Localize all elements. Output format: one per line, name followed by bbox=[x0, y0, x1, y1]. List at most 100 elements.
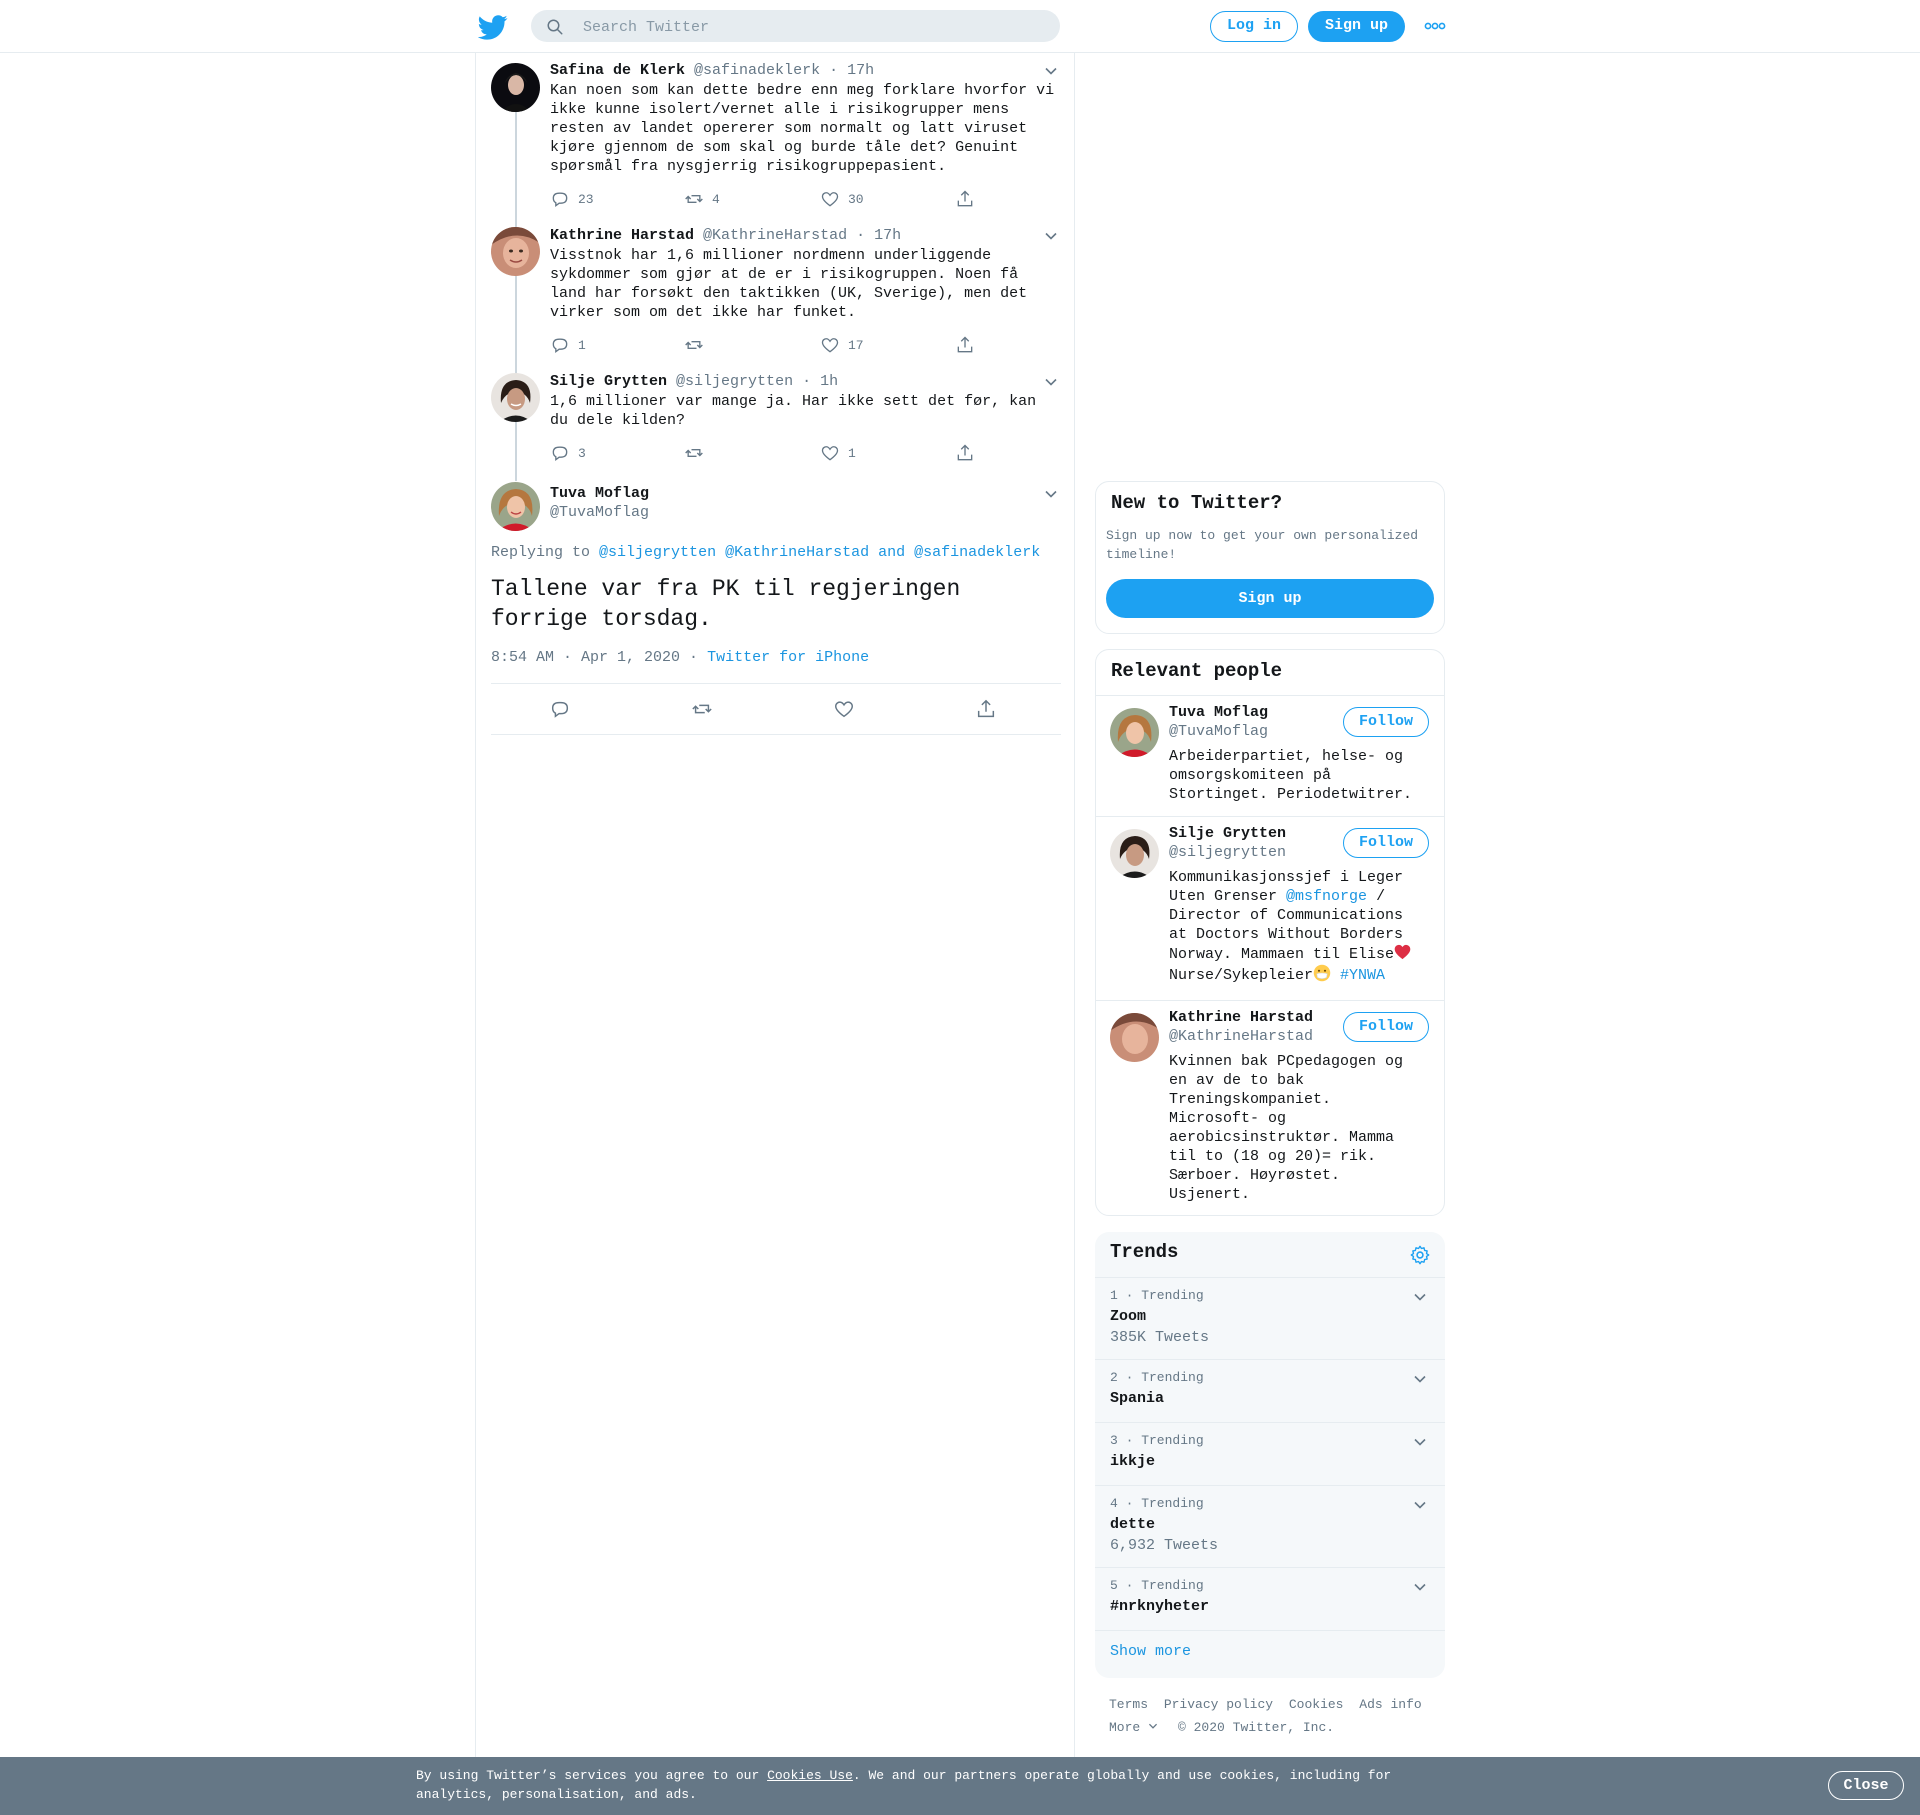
retweet-icon[interactable] bbox=[691, 698, 713, 720]
mention-link[interactable]: @KathrineHarstad bbox=[725, 544, 869, 561]
tweet-header: Kathrine Harstad @KathrineHarstad · 17h bbox=[550, 227, 901, 245]
search-box[interactable] bbox=[531, 10, 1060, 42]
signup-button[interactable]: Sign up bbox=[1106, 579, 1434, 618]
avatar[interactable] bbox=[491, 373, 540, 422]
trend-item[interactable]: 4 · Trending dette 6,932 Tweets bbox=[1095, 1485, 1445, 1567]
person-name[interactable]: Kathrine Harstad bbox=[1169, 1009, 1313, 1026]
author-name[interactable]: Kathrine Harstad bbox=[550, 227, 694, 244]
person-name[interactable]: Silje Grytten bbox=[1169, 825, 1286, 842]
trend-item[interactable]: 1 · Trending Zoom 385K Tweets bbox=[1095, 1277, 1445, 1359]
reply-button[interactable]: 3 bbox=[550, 442, 586, 464]
footer-privacy-link[interactable]: Privacy policy bbox=[1164, 1697, 1273, 1712]
heart-icon[interactable] bbox=[833, 698, 855, 720]
chevron-down-icon[interactable] bbox=[1044, 229, 1058, 243]
author-name[interactable]: Silje Grytten bbox=[550, 373, 667, 390]
replying-label: Replying to bbox=[491, 544, 591, 561]
share-button[interactable] bbox=[955, 188, 975, 210]
reply-button[interactable]: 23 bbox=[550, 188, 594, 210]
retweet-icon bbox=[685, 341, 703, 349]
tweet-time[interactable]: · 1h bbox=[802, 373, 838, 390]
chevron-down-icon[interactable] bbox=[1413, 1580, 1427, 1594]
tweet-timestamp[interactable]: 8:54 AM · Apr 1, 2020 · bbox=[491, 649, 698, 666]
trend-name[interactable]: dette bbox=[1110, 1516, 1155, 1533]
person-item[interactable]: Silje Grytten @siljegrytten Follow Kommu… bbox=[1096, 816, 1444, 1000]
top-navigation-bar: Log in Sign up bbox=[0, 0, 1920, 53]
search-input[interactable] bbox=[581, 15, 1045, 39]
author-handle[interactable]: @safinadeklerk bbox=[694, 62, 820, 79]
tweet-source-link[interactable]: Twitter for iPhone bbox=[707, 649, 869, 666]
close-cookie-button[interactable]: Close bbox=[1828, 1771, 1904, 1800]
follow-button[interactable]: Follow bbox=[1343, 707, 1429, 737]
author-handle[interactable]: @KathrineHarstad bbox=[703, 227, 847, 244]
trend-name[interactable]: Spania bbox=[1110, 1390, 1164, 1407]
mention-link[interactable]: @siljegrytten bbox=[599, 544, 716, 561]
follow-button[interactable]: Follow bbox=[1343, 828, 1429, 858]
trend-item[interactable]: 2 · Trending Spania bbox=[1095, 1359, 1445, 1422]
reply-icon[interactable] bbox=[549, 698, 571, 720]
avatar[interactable] bbox=[1110, 1013, 1159, 1062]
person-name[interactable]: Tuva Moflag bbox=[1169, 704, 1268, 721]
author-handle[interactable]: @siljegrytten bbox=[676, 373, 793, 390]
mention-link[interactable]: @msfnorge bbox=[1286, 888, 1367, 905]
author-name[interactable]: Tuva Moflag bbox=[550, 485, 649, 502]
twitter-bird-icon[interactable] bbox=[478, 12, 508, 42]
show-more-link[interactable]: Show more bbox=[1110, 1643, 1191, 1660]
like-button[interactable]: 17 bbox=[820, 334, 864, 356]
chevron-down-icon[interactable] bbox=[1413, 1290, 1427, 1304]
avatar[interactable] bbox=[491, 227, 540, 276]
replying-to: Replying to @siljegrytten @KathrineHarst… bbox=[491, 544, 1040, 561]
avatar[interactable] bbox=[1110, 829, 1159, 878]
share-button[interactable] bbox=[955, 442, 975, 464]
tweet-time[interactable]: · 17h bbox=[856, 227, 901, 244]
trend-item[interactable]: 5 · Trending #nrknyheter bbox=[1095, 1567, 1445, 1630]
chevron-down-icon[interactable] bbox=[1044, 375, 1058, 389]
footer-ads-link[interactable]: Ads info bbox=[1359, 1697, 1421, 1712]
chevron-down-icon[interactable] bbox=[1413, 1372, 1427, 1386]
retweet-button[interactable]: 4 bbox=[684, 188, 720, 210]
person-item[interactable]: Tuva Moflag @TuvaMoflag Follow Arbeiderp… bbox=[1096, 695, 1444, 816]
person-handle[interactable]: @KathrineHarstad bbox=[1169, 1028, 1313, 1045]
trend-meta: 4 · Trending bbox=[1110, 1496, 1204, 1511]
reply-button[interactable]: 1 bbox=[550, 334, 586, 356]
chevron-down-icon[interactable] bbox=[1413, 1435, 1427, 1449]
login-button[interactable]: Log in bbox=[1210, 11, 1298, 42]
mention-link[interactable]: @safinadeklerk bbox=[914, 544, 1040, 561]
author-name[interactable]: Safina de Klerk bbox=[550, 62, 685, 79]
trend-name[interactable]: #nrknyheter bbox=[1110, 1598, 1209, 1615]
person-handle[interactable]: @siljegrytten bbox=[1169, 844, 1286, 861]
like-button[interactable]: 1 bbox=[820, 442, 856, 464]
hashtag-link[interactable]: #YNWA bbox=[1340, 967, 1385, 984]
person-handle[interactable]: @TuvaMoflag bbox=[1169, 723, 1268, 740]
footer-cookies-link[interactable]: Cookies bbox=[1289, 1697, 1344, 1712]
person-item[interactable]: Kathrine Harstad @KathrineHarstad Follow… bbox=[1096, 1000, 1444, 1215]
tweet-time[interactable]: · 17h bbox=[829, 62, 874, 79]
avatar[interactable] bbox=[1110, 708, 1159, 757]
footer-links-row-2: More © 2020 Twitter, Inc. bbox=[1109, 1720, 1342, 1735]
footer-terms-link[interactable]: Terms bbox=[1109, 1697, 1148, 1712]
avatar[interactable] bbox=[491, 482, 540, 531]
trend-name[interactable]: Zoom bbox=[1110, 1308, 1146, 1325]
trend-name[interactable]: ikkje bbox=[1110, 1453, 1155, 1470]
retweet-button[interactable] bbox=[684, 442, 712, 464]
share-button[interactable] bbox=[955, 334, 975, 356]
follow-button[interactable]: Follow bbox=[1343, 1012, 1429, 1042]
retweet-button[interactable] bbox=[684, 334, 712, 356]
chevron-down-icon[interactable] bbox=[1044, 64, 1058, 78]
trend-item[interactable]: 3 · Trending ikkje bbox=[1095, 1422, 1445, 1485]
avatar[interactable] bbox=[491, 63, 540, 112]
replying-and[interactable]: and bbox=[878, 544, 905, 561]
like-button[interactable]: 30 bbox=[820, 188, 864, 210]
chevron-down-icon[interactable] bbox=[1413, 1498, 1427, 1512]
relevant-people-card: Relevant people Tuva Moflag @TuvaMoflag … bbox=[1095, 649, 1445, 1216]
tweet-actions: 3 1 bbox=[550, 442, 990, 464]
show-more-row[interactable]: Show more bbox=[1095, 1630, 1445, 1678]
footer-more-link[interactable]: More bbox=[1109, 1720, 1158, 1735]
more-dots-icon[interactable] bbox=[1424, 22, 1446, 30]
share-icon[interactable] bbox=[975, 698, 997, 720]
author-handle[interactable]: @TuvaMoflag bbox=[550, 504, 649, 521]
settings-gear-icon[interactable] bbox=[1409, 1244, 1431, 1266]
chevron-down-icon[interactable] bbox=[1044, 487, 1058, 501]
cookies-use-link[interactable]: Cookies Use bbox=[767, 1768, 853, 1783]
reply-count: 1 bbox=[578, 337, 586, 353]
signup-button[interactable]: Sign up bbox=[1308, 11, 1405, 42]
